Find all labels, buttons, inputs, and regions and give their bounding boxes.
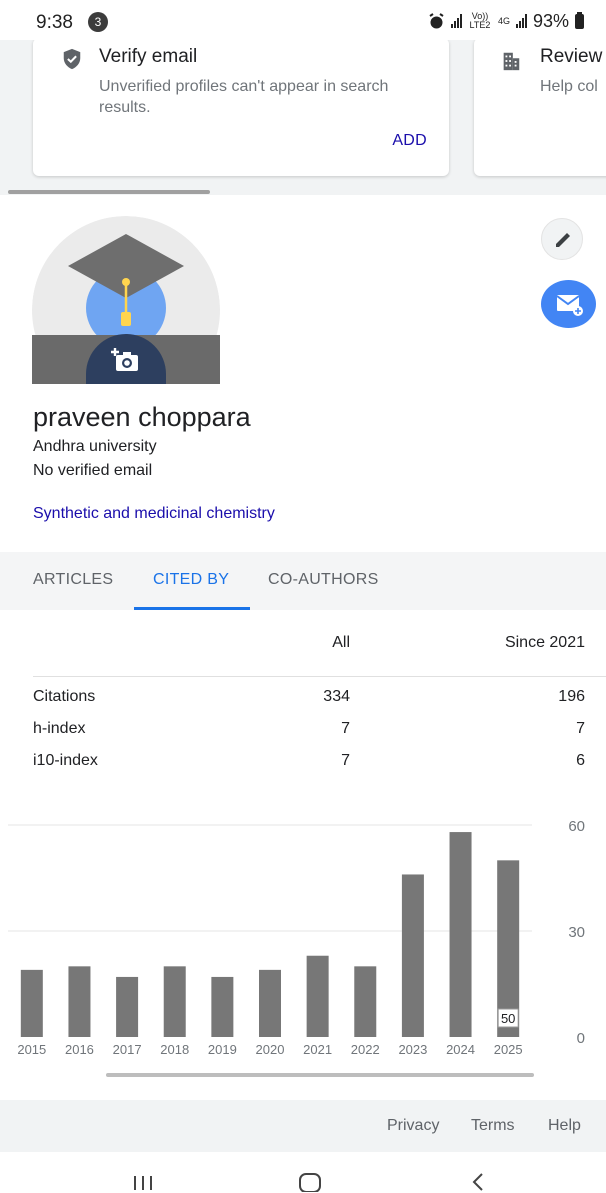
bar-value-label: 50	[501, 1011, 515, 1026]
x-tick-label: 2019	[208, 1042, 237, 1057]
column-header-all: All	[332, 634, 350, 651]
stat-h-index-since: 7	[576, 720, 585, 737]
signal-icon	[450, 14, 462, 28]
x-tick-label: 2018	[160, 1042, 189, 1057]
system-nav-bar	[0, 1152, 606, 1193]
chart-bar-2022[interactable]	[354, 966, 377, 1037]
stat-citations-all: 334	[323, 688, 350, 705]
shield-check-icon	[63, 48, 81, 70]
chart-bar-2023[interactable]	[401, 874, 424, 1037]
chart-bar-2015[interactable]	[20, 969, 43, 1037]
recent-apps-icon[interactable]	[133, 1174, 153, 1192]
terms-link[interactable]: Terms	[471, 1117, 515, 1135]
active-tab-indicator	[134, 607, 250, 610]
card-subtitle: Unverified profiles can't appear in sear…	[99, 78, 389, 116]
chart-bar-2024[interactable]	[449, 832, 472, 1037]
tab-articles[interactable]: ARTICLES	[33, 571, 113, 589]
stat-i10-index-since: 6	[576, 752, 585, 769]
mail-add-icon	[556, 295, 583, 316]
card-title: Verify email	[99, 46, 198, 67]
volte-label: Vo)) LTE2	[469, 11, 491, 30]
chart-bar-2020[interactable]	[259, 969, 281, 1037]
x-tick-label: 2017	[113, 1042, 142, 1057]
stat-label-citations[interactable]: Citations	[33, 688, 95, 706]
x-tick-label: 2021	[303, 1042, 332, 1057]
chart-bar-2016[interactable]	[68, 966, 91, 1037]
battery-percent: 93%	[532, 10, 569, 31]
profile-avatar[interactable]	[32, 216, 220, 384]
carousel-scroll-indicator	[8, 190, 210, 194]
x-tick-label: 2024	[446, 1042, 475, 1057]
chart-bar-2018[interactable]	[163, 966, 186, 1037]
edit-profile-button[interactable]	[541, 218, 583, 260]
divider	[33, 676, 606, 677]
profile-tabs: ARTICLES CITED BY CO-AUTHORS	[0, 552, 606, 610]
x-tick-label: 2015	[17, 1042, 46, 1057]
tab-co-authors[interactable]: CO-AUTHORS	[268, 571, 379, 589]
battery-icon	[575, 11, 584, 29]
research-interest-link[interactable]: Synthetic and medicinal chemistry	[33, 505, 275, 523]
citations-bar-chart: 60 30 0 2015 2016 2017 2018 2019 2020 2021 2022 202…	[8, 818, 585, 1057]
review-card[interactable]: Review Help col	[474, 40, 606, 176]
stat-h-index-all: 7	[341, 720, 350, 737]
follow-email-button[interactable]	[541, 280, 596, 328]
profile-name: praveen choppara	[33, 402, 251, 432]
footer: Privacy Terms Help	[0, 1100, 606, 1152]
chart-scroll-indicator	[106, 1073, 534, 1077]
card-subtitle: Help col	[540, 78, 598, 95]
profile-email-status: No verified email	[33, 462, 153, 479]
column-header-since: Since 2021	[504, 634, 585, 651]
card-title: Review	[540, 46, 603, 67]
x-tick-label: 2025	[494, 1042, 523, 1057]
y-tick-label: 60	[568, 818, 585, 835]
chart-bar-2019[interactable]	[211, 976, 234, 1037]
alarm-icon	[429, 12, 444, 28]
profile-affiliation: Andhra university	[33, 438, 157, 455]
x-tick-label: 2016	[65, 1042, 94, 1057]
pencil-icon	[556, 233, 570, 247]
x-tick-label: 2022	[351, 1042, 380, 1057]
stat-i10-index-all: 7	[341, 752, 350, 769]
citations-per-year-chart: 60 30 0 2015 2016 2017 2018 2019 2020 2021 2022 202…	[0, 810, 606, 1070]
stat-label-h-index[interactable]: h-index	[33, 720, 85, 738]
building-icon	[503, 52, 520, 71]
home-icon[interactable]	[298, 1172, 322, 1192]
notification-count-badge: 3	[88, 12, 108, 32]
suggestion-carousel[interactable]: Verify email Unverified profiles can't a…	[0, 40, 606, 195]
stat-label-i10-index[interactable]: i10-index	[33, 752, 98, 770]
privacy-link[interactable]: Privacy	[387, 1117, 439, 1135]
add-photo-icon[interactable]	[111, 348, 141, 372]
x-tick-label: 2020	[256, 1042, 285, 1057]
y-tick-label: 30	[568, 924, 585, 941]
tab-cited-by[interactable]: CITED BY	[153, 571, 229, 589]
network-type-label: 4G	[497, 15, 510, 26]
status-bar: 9:38 3 Vo)) LTE2 4G 93%	[0, 0, 606, 40]
graduation-cap-icon	[68, 234, 184, 326]
add-email-button[interactable]: ADD	[392, 132, 427, 150]
help-link[interactable]: Help	[548, 1117, 581, 1135]
y-tick-label: 0	[577, 1030, 585, 1047]
stat-citations-since: 196	[558, 688, 585, 705]
status-time: 9:38	[36, 12, 73, 33]
chart-bar-2021[interactable]	[306, 955, 329, 1037]
status-icons: Vo)) LTE2 4G 93%	[428, 11, 584, 31]
back-icon[interactable]	[470, 1172, 486, 1192]
signal-icon-2	[515, 14, 527, 28]
chart-bar-2017[interactable]	[116, 976, 139, 1037]
verify-email-card: Verify email Unverified profiles can't a…	[33, 40, 449, 176]
x-tick-label: 2023	[398, 1042, 427, 1057]
